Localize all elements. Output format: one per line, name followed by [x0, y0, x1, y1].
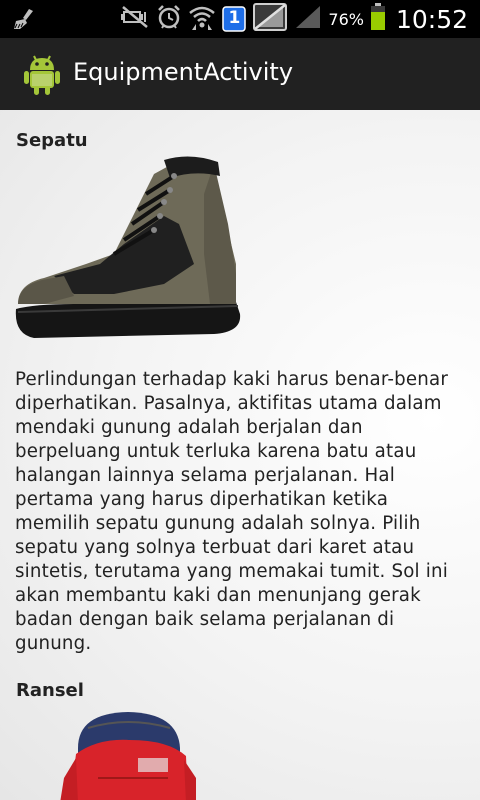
- status-bar: 1 76% 10:52: [0, 0, 480, 38]
- action-bar: EquipmentActivity: [0, 38, 480, 110]
- battery-icon: [370, 3, 386, 35]
- equipment-list[interactable]: Sepatu Perlindungan terhadap kaki harus: [0, 110, 480, 800]
- broom-icon: [12, 7, 38, 35]
- signal-icon: [294, 4, 322, 34]
- android-icon[interactable]: [22, 52, 62, 96]
- mute-icon: [120, 5, 150, 33]
- activity-title: EquipmentActivity: [73, 58, 294, 86]
- battery-percent: 76%: [328, 9, 364, 29]
- item-description-sepatu: Perlindungan terhadap kaki harus benar-b…: [15, 369, 449, 654]
- hiking-boot-image: [14, 154, 244, 346]
- item-title-ransel: Ransel: [16, 680, 84, 701]
- no-sim-icon: [252, 2, 288, 36]
- backpack-image: [58, 708, 198, 800]
- clock: 10:52: [395, 4, 468, 34]
- notification-badge-count: 1: [228, 8, 241, 28]
- item-title-sepatu: Sepatu: [16, 130, 88, 151]
- wifi-icon: [188, 4, 216, 34]
- alarm-icon: [156, 4, 182, 34]
- notification-badge-icon: 1: [222, 6, 247, 32]
